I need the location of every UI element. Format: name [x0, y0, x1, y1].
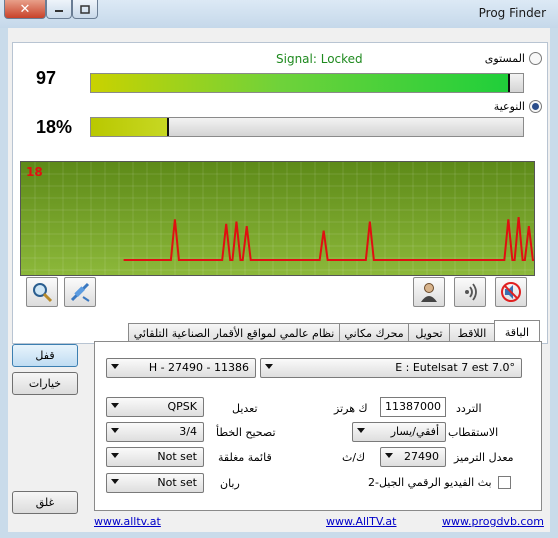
ruban-value: Not set: [157, 476, 197, 489]
transponder-select[interactable]: H - 27490 - 11386: [106, 358, 256, 378]
pol-label: الاستقطاب: [448, 426, 499, 439]
ruban-label: ربان: [220, 477, 240, 490]
close-icon: ✕: [19, 1, 31, 17]
minimize-window-button[interactable]: [46, 0, 72, 19]
chevron-down-icon: [111, 428, 119, 433]
chevron-down-icon: [385, 453, 393, 458]
options-button[interactable]: خيارات: [12, 372, 78, 395]
satellite-button[interactable]: [64, 277, 96, 307]
dvbs2-checkbox[interactable]: [498, 476, 511, 489]
chevron-down-icon: [265, 364, 273, 369]
fec-label: تصحيح الخطأ: [216, 426, 276, 439]
sound-waves-icon: [465, 283, 477, 301]
chevron-down-icon: [111, 403, 119, 408]
satellite-icon: [70, 282, 90, 302]
mod-label: تعديل: [232, 402, 258, 415]
sr-select[interactable]: 27490: [380, 447, 446, 467]
chevron-down-icon: [111, 453, 119, 458]
signal-status: Signal: Locked: [276, 52, 363, 66]
tab-auto-gps[interactable]: نظام عالمي لمواقع الأقمار الصناعية التلق…: [128, 323, 340, 342]
mod-select[interactable]: QPSK: [106, 397, 204, 417]
window-title: Prog Finder: [478, 6, 546, 20]
pol-value: أفقي/يسار: [390, 425, 439, 438]
mute-button[interactable]: [495, 277, 527, 307]
title-bar: ✕ Prog Finder: [0, 0, 558, 28]
level-radio-dot: [529, 52, 542, 65]
minimize-icon: [55, 10, 63, 12]
sr-value: 27490: [404, 450, 439, 463]
maximize-icon: [80, 4, 90, 14]
quality-label: النوعية: [493, 100, 525, 113]
freq-value: 11387000: [385, 400, 441, 413]
quality-radio-dot: [529, 100, 542, 113]
maximize-window-button[interactable]: [72, 0, 98, 19]
user-button[interactable]: [413, 277, 445, 307]
quality-radio[interactable]: النوعية: [494, 100, 542, 113]
signal-graph-plot: [21, 162, 534, 275]
person-icon: [421, 283, 437, 302]
window-client: Signal: Locked المستوى 97 النوعية 18% 18…: [8, 28, 550, 532]
link-alltv-2[interactable]: www.AllTV.at: [326, 515, 397, 528]
mute-icon: [501, 282, 521, 302]
close-window-button[interactable]: ✕: [4, 0, 46, 19]
fec-value: 3/4: [179, 425, 197, 438]
close-button[interactable]: غلق: [12, 491, 78, 514]
chevron-down-icon: [111, 364, 119, 369]
quality-value: 18%: [36, 117, 73, 137]
chevron-down-icon: [111, 479, 119, 484]
graph-current-value: 18: [26, 165, 43, 179]
signal-graph: [20, 161, 535, 276]
tab-positioner[interactable]: محرك مكاني: [339, 323, 409, 342]
level-bar-fill: [91, 74, 511, 92]
level-bar: [90, 73, 524, 93]
closed-list-select[interactable]: Not set: [106, 447, 204, 467]
level-bar-thumb: [508, 74, 511, 92]
closed-list-value: Not set: [157, 450, 197, 463]
link-progdvb[interactable]: www.progdvb.com: [442, 515, 544, 528]
satellite-value: E : Eutelsat 7 est 7.0°: [395, 361, 515, 374]
freq-label: التردد: [456, 402, 482, 415]
lock-button[interactable]: قفل: [12, 344, 78, 367]
freq-input[interactable]: 11387000: [380, 397, 446, 417]
sr-unit: ك/ث: [342, 451, 366, 464]
ruban-select[interactable]: Not set: [106, 473, 204, 493]
tab-package[interactable]: الباقة: [494, 320, 540, 343]
quality-bar: [90, 117, 524, 137]
level-radio[interactable]: المستوى: [485, 52, 542, 65]
satellite-select[interactable]: E : Eutelsat 7 est 7.0°: [260, 358, 522, 378]
sound-button[interactable]: [454, 277, 486, 307]
quality-bar-thumb: [166, 118, 169, 136]
sr-label: معدل الترميز: [454, 451, 514, 464]
freq-unit: ك هرتز: [334, 402, 368, 415]
magnifier-icon: [33, 283, 53, 303]
fec-select[interactable]: 3/4: [106, 422, 204, 442]
level-label: المستوى: [484, 52, 525, 65]
transponder-value: H - 27490 - 11386: [148, 361, 249, 374]
graph-grid: [21, 162, 534, 275]
closed-list-label: قائمة مغلقة: [218, 451, 272, 464]
quality-bar-fill: [91, 118, 169, 136]
dvbs2-label: بث الفيديو الرقمي الجيل-2: [368, 476, 492, 489]
mod-value: QPSK: [167, 400, 198, 413]
tab-lnb[interactable]: اللاقط: [449, 323, 495, 342]
pol-select[interactable]: أفقي/يسار: [352, 422, 446, 442]
search-button[interactable]: [26, 277, 58, 307]
chevron-down-icon: [357, 428, 365, 433]
tab-switch[interactable]: تحويل: [408, 323, 450, 342]
link-alltv[interactable]: www.alltv.at: [94, 515, 161, 528]
level-value: 97: [36, 68, 57, 88]
